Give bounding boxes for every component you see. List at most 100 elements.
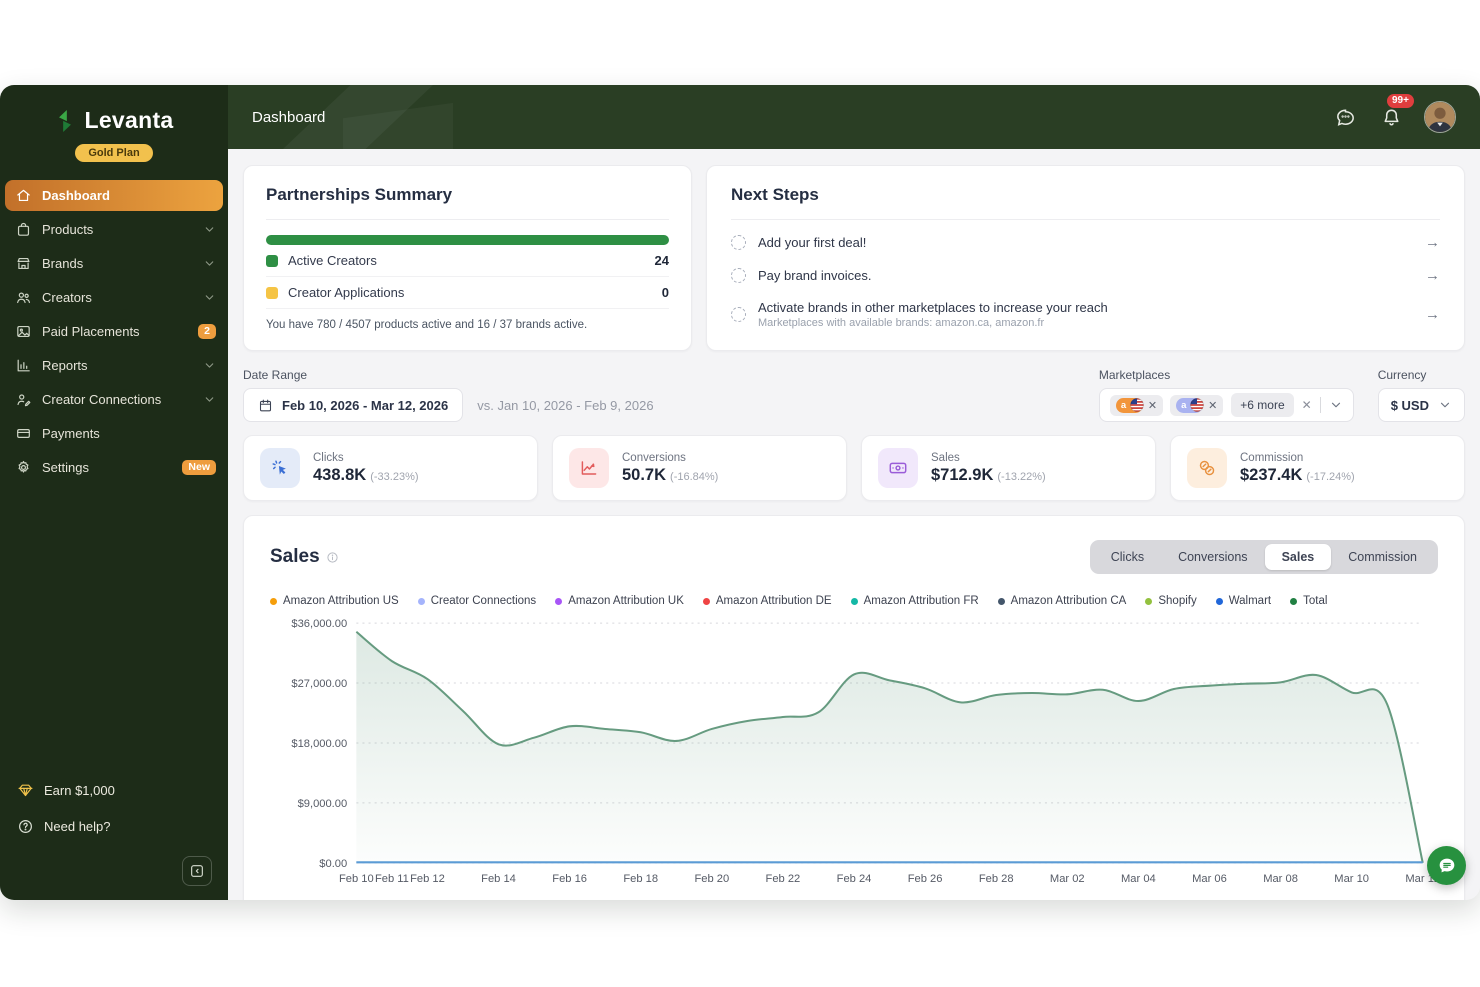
marketplaces-chevron-icon[interactable] [1329,398,1343,412]
tab-clicks[interactable]: Clicks [1094,544,1161,570]
logo-text: Levanta [84,107,173,134]
legend-item-amazon-attribution-de[interactable]: Amazon Attribution DE [703,595,832,607]
arrow-right-icon[interactable]: → [1425,234,1440,251]
line-chart-icon [569,448,609,488]
remove-chip-icon[interactable]: ✕ [1148,399,1157,412]
kpi-card-clicks: Clicks438.8K(-33.23%) [243,435,538,501]
plan-badge: Gold Plan [75,144,152,162]
kpi-delta: (-13.22%) [997,471,1045,483]
divider [1320,397,1321,413]
chat-icon[interactable] [1332,104,1358,130]
main: Dashboard 99+ Part [228,85,1480,900]
kpi-card-sales: Sales$712.9K(-13.22%) [861,435,1156,501]
arrow-right-icon[interactable]: → [1425,267,1440,284]
currency-select[interactable]: $ USD [1378,388,1465,422]
sidebar-item-label: Paid Placements [42,324,188,339]
topbar: Dashboard 99+ [228,85,1480,149]
sidebar-item-badge: 2 [198,324,216,339]
legend-item-walmart[interactable]: Walmart [1216,595,1271,607]
next-step-add-your-first-deal[interactable]: Add your first deal!→ [731,226,1440,259]
topbar-decoration [343,85,453,149]
page-title: Dashboard [252,109,325,126]
sidebar-item-reports[interactable]: Reports [0,350,228,381]
chevron-down-icon [203,291,216,304]
tab-commission[interactable]: Commission [1331,544,1434,570]
svg-text:$9,000.00: $9,000.00 [298,798,348,810]
bar-chart-icon [15,357,32,374]
levanta-logo-icon [54,109,76,133]
row-label: Active Creators [288,253,377,268]
divider [731,219,1440,220]
svg-text:Feb 22: Feb 22 [766,873,801,885]
marketplace-chip[interactable]: a✕ [1110,395,1163,416]
legend-label: Amazon Attribution DE [716,595,832,607]
marketplaces-select[interactable]: a✕ a✕ +6 more ✕ [1099,388,1354,422]
row-label: Creator Applications [288,285,404,300]
legend-label: Amazon Attribution UK [568,595,684,607]
marketplaces-more-chip[interactable]: +6 more [1231,393,1293,417]
sidebar-item-settings[interactable]: SettingsNew [0,452,228,483]
svg-text:Feb 20: Feb 20 [694,873,729,885]
legend-item-shopify[interactable]: Shopify [1145,595,1196,607]
partnerships-title: Partnerships Summary [266,185,669,205]
kpi-texts: Clicks438.8K(-33.23%) [313,452,419,485]
chevron-down-icon [203,223,216,236]
legend-item-total[interactable]: Total [1290,595,1327,607]
sidebar-item-payments[interactable]: Payments [0,418,228,449]
legend-item-amazon-attribution-fr[interactable]: Amazon Attribution FR [851,595,979,607]
legend-item-amazon-attribution-uk[interactable]: Amazon Attribution UK [555,595,684,607]
step-sublabel: Marketplaces with available brands: amaz… [758,317,1108,329]
sidebar-item-dashboard[interactable]: Dashboard [5,180,223,211]
legend-label: Walmart [1229,595,1271,607]
kpi-label: Conversions [622,452,718,464]
legend-item-amazon-attribution-us[interactable]: Amazon Attribution US [270,595,399,607]
partnerships-row-active-creators: Active Creators 24 [266,245,669,277]
svg-text:Mar 10: Mar 10 [1334,873,1369,885]
banknote-icon [878,448,918,488]
date-range-picker[interactable]: Feb 10, 2026 - Mar 12, 2026 [243,388,463,422]
marketplaces-clear-icon[interactable]: ✕ [1302,398,1312,412]
dashed-circle-icon [731,268,746,283]
dashed-circle-icon [731,307,746,322]
legend-dot [418,598,425,605]
kpi-card-commission: Commission$237.4K(-17.24%) [1170,435,1465,501]
next-step-activate-brands-in-other-marke[interactable]: Activate brands in other marketplaces to… [731,292,1440,337]
legend-item-creator-connections[interactable]: Creator Connections [418,595,536,607]
sidebar-collapse-button[interactable] [182,856,212,886]
legend-item-amazon-attribution-ca[interactable]: Amazon Attribution CA [998,595,1127,607]
sidebar-item-paid-placements[interactable]: Paid Placements 2 [0,316,228,347]
kpi-delta: (-16.84%) [670,471,718,483]
notifications-bell-icon[interactable]: 99+ [1378,104,1404,130]
sidebar-item-brands[interactable]: Brands [0,248,228,279]
live-chat-button[interactable] [1427,846,1466,885]
svg-text:Feb 18: Feb 18 [623,873,658,885]
help-icon [17,818,34,835]
filters-right: Marketplaces a✕a✕ +6 more ✕ [1099,368,1465,422]
marketplace-chip[interactable]: a✕ [1170,395,1223,416]
calendar-icon [258,398,273,413]
sidebar-item-label: Brands [42,256,193,271]
coins-icon [1187,448,1227,488]
legend-dot [1290,598,1297,605]
user-avatar[interactable] [1424,101,1456,133]
sidebar-footer-earn-1-000[interactable]: Earn $1,000 [0,772,228,808]
tab-sales[interactable]: Sales [1265,544,1332,570]
tab-conversions[interactable]: Conversions [1161,544,1264,570]
sidebar-item-creator-connections[interactable]: Creator Connections [0,384,228,415]
next-step-pay-brand-invoices[interactable]: Pay brand invoices.→ [731,259,1440,292]
sidebar-item-label: Creators [42,290,193,305]
sidebar-item-creators[interactable]: Creators [0,282,228,313]
legend-dot [998,598,1005,605]
kpi-texts: Conversions50.7K(-16.84%) [622,452,718,485]
remove-chip-icon[interactable]: ✕ [1208,399,1217,412]
info-icon[interactable] [326,551,339,564]
user-edit-icon [15,391,32,408]
row-value: 24 [655,253,669,268]
sidebar-footer-need-help[interactable]: Need help? [0,808,228,844]
legend-dot [703,598,710,605]
next-steps-title: Next Steps [731,185,1440,205]
sidebar-item-label: Dashboard [42,188,211,203]
chevron-down-icon [203,393,216,406]
arrow-right-icon[interactable]: → [1425,306,1440,323]
sidebar-item-products[interactable]: Products [0,214,228,245]
